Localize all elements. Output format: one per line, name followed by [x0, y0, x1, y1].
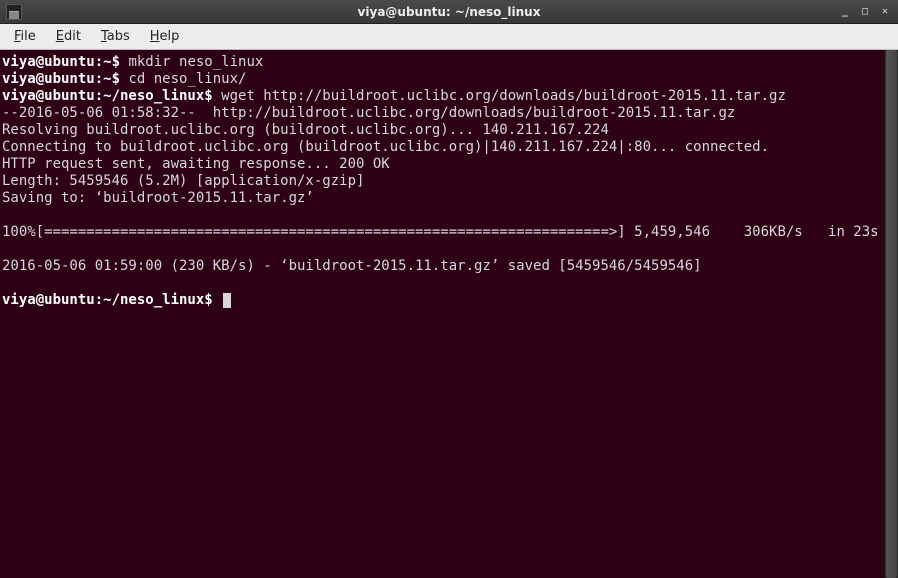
- scrollbar-thumb[interactable]: [886, 50, 897, 578]
- terminal-line: viya@ubuntu:~/neso_linux$ wget http://bu…: [2, 88, 896, 105]
- terminal-line: 2016-05-06 01:59:00 (230 KB/s) - ‘buildr…: [2, 258, 896, 275]
- minimize-button[interactable]: _: [838, 5, 852, 19]
- menu-help[interactable]: Help: [142, 27, 188, 46]
- shell-command: mkdir neso_linux: [128, 54, 263, 70]
- shell-prompt: viya@ubuntu:~$: [2, 71, 128, 87]
- menubar: File Edit Tabs Help: [0, 24, 898, 50]
- terminal-area[interactable]: viya@ubuntu:~$ mkdir neso_linuxviya@ubun…: [0, 50, 898, 578]
- terminal-line: [2, 241, 896, 258]
- terminal-line: viya@ubuntu:~/neso_linux$: [2, 292, 896, 309]
- shell-prompt: viya@ubuntu:~/neso_linux$: [2, 292, 221, 308]
- maximize-button[interactable]: □: [858, 5, 872, 19]
- menu-tabs[interactable]: Tabs: [93, 27, 138, 46]
- shell-prompt: viya@ubuntu:~/neso_linux$: [2, 88, 221, 104]
- shell-prompt: viya@ubuntu:~$: [2, 54, 128, 70]
- terminal-scrollbar[interactable]: [884, 50, 898, 578]
- terminal-line: 100%[===================================…: [2, 224, 896, 241]
- terminal-line: HTTP request sent, awaiting response... …: [2, 156, 896, 173]
- terminal-line: Connecting to buildroot.uclibc.org (buil…: [2, 139, 896, 156]
- close-button[interactable]: ✕: [878, 5, 892, 19]
- terminal-line: Resolving buildroot.uclibc.org (buildroo…: [2, 122, 896, 139]
- shell-command: wget http://buildroot.uclibc.org/downloa…: [221, 88, 786, 104]
- terminal-line: --2016-05-06 01:58:32-- http://buildroot…: [2, 105, 896, 122]
- terminal-line: viya@ubuntu:~$ mkdir neso_linux: [2, 54, 896, 71]
- terminal-line: Saving to: ‘buildroot-2015.11.tar.gz’: [2, 190, 896, 207]
- terminal-line: viya@ubuntu:~$ cd neso_linux/: [2, 71, 896, 88]
- terminal-line: [2, 207, 896, 224]
- window-title: viya@ubuntu: ~/neso_linux: [358, 5, 541, 19]
- terminal-line: Length: 5459546 (5.2M) [application/x-gz…: [2, 173, 896, 190]
- terminal-cursor: [223, 293, 231, 308]
- shell-command: cd neso_linux/: [128, 71, 246, 87]
- menu-file[interactable]: File: [6, 27, 44, 46]
- menu-edit[interactable]: Edit: [48, 27, 89, 46]
- terminal-line: [2, 275, 896, 292]
- terminal-icon: [6, 4, 22, 20]
- window-controls: _ □ ✕: [838, 5, 898, 19]
- window-titlebar: viya@ubuntu: ~/neso_linux _ □ ✕: [0, 0, 898, 24]
